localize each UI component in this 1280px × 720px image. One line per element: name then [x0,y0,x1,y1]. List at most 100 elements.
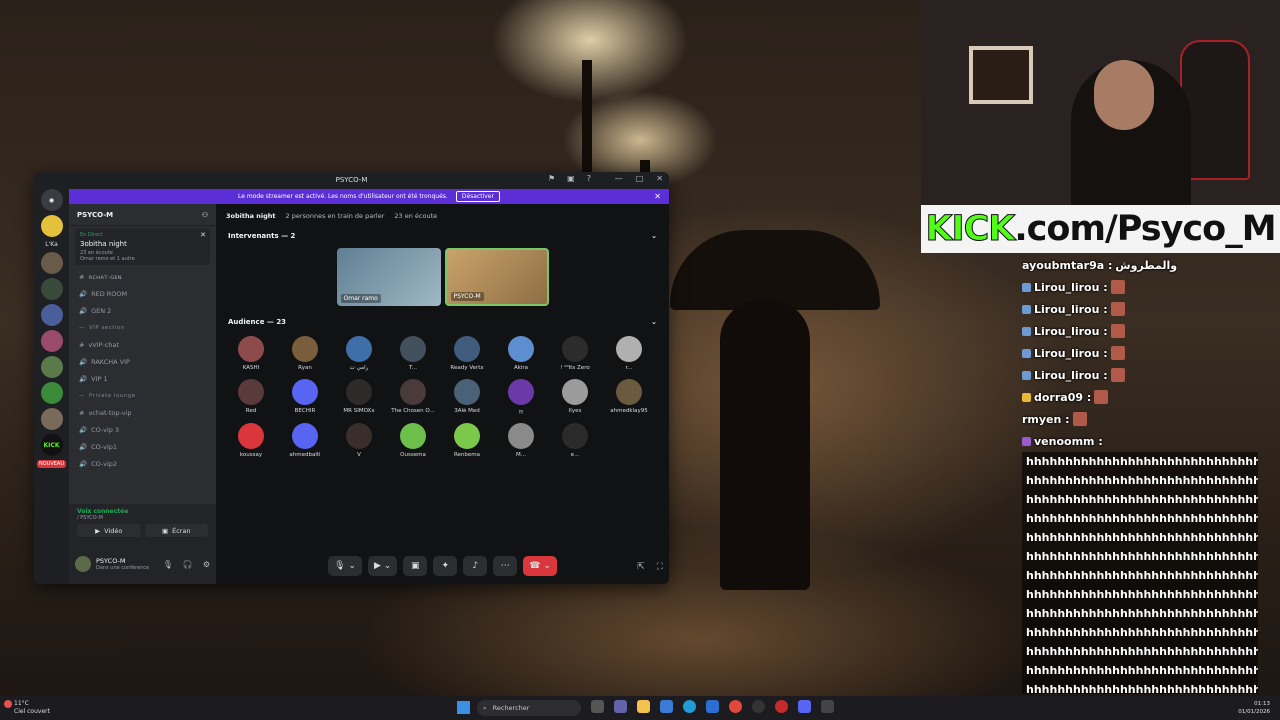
task-view-icon[interactable] [591,700,604,713]
audience-member[interactable]: Ilyes [548,379,602,415]
microphone-icon[interactable]: 🎙 [163,560,173,569]
audience-member[interactable]: MR SIMOXx [332,379,386,415]
video-button[interactable]: ▶ Vidéo [77,524,141,537]
app-icon[interactable] [775,700,788,713]
channel-item[interactable]: # ʀᴄʜᴀᴛ-ɢᴇɴ [69,268,216,285]
server-icon[interactable] [40,215,63,237]
server-icon[interactable] [40,382,63,404]
audience-member[interactable]: T... [386,336,440,371]
share-screen-button[interactable]: ▣ [403,556,428,576]
audience-name: Ilyes [568,408,582,414]
server-icon[interactable] [40,252,63,274]
audience-member[interactable]: ahmedklay95 [602,379,656,415]
audience-member[interactable]: BECHIR [278,379,332,415]
more-button[interactable]: ⋯ [493,556,518,576]
maximize-icon[interactable]: □ [636,174,644,183]
close-live-icon[interactable]: ✕ [200,231,206,239]
system-clock[interactable]: 01:13 01/01/2026 [1238,700,1270,716]
edge-icon[interactable] [683,700,696,713]
server-icon[interactable] [40,278,63,300]
channel-item[interactable]: 🔊 CO-vip2 [69,455,216,472]
activities-button[interactable]: ✦ [433,556,458,576]
chevron-down-icon[interactable]: ⌄ [651,318,657,326]
server-icon[interactable] [40,356,63,378]
audience-member[interactable]: رامي ت [332,336,386,371]
minimize-icon[interactable]: — [615,174,623,183]
channel-category[interactable]: — VIP section [69,319,216,336]
channel-item[interactable]: 🔊 VIP 1 [69,370,216,387]
speaker-tile[interactable]: Omar ramo [336,248,441,306]
channel-item[interactable]: 🔊 CO-vip 3 [69,421,216,438]
search-box[interactable]: ⌕ Rechercher [477,700,581,716]
discord-taskbar-icon[interactable] [798,700,811,713]
fullscreen-icon[interactable]: ⛶ [657,562,663,572]
channel-item[interactable]: 🔊 RAKCHA VIP [69,353,216,370]
chrome-icon[interactable] [729,700,742,713]
mute-button[interactable]: 🎙 ⌄ [328,556,362,576]
server-header[interactable]: PSYCO-M ⚇ [69,204,216,226]
server-icon[interactable] [40,408,63,430]
channel-label: VIP section [89,324,125,331]
audience-member[interactable]: The Chosen O... [386,379,440,415]
audience-member[interactable]: e... [548,423,602,458]
audience-member[interactable]: Ready Vertx [440,336,494,371]
channel-item[interactable]: # ᴠchat-top-vip [69,404,216,421]
audience-member[interactable]: Ryan [278,336,332,371]
speaker-tile[interactable]: PSYCO-M [444,248,549,306]
audience-member[interactable]: ahmedbalti [278,423,332,458]
windows-start-icon[interactable] [457,701,470,714]
close-icon[interactable]: ✕ [656,174,663,183]
mail-icon[interactable] [706,700,719,713]
channel-category[interactable]: — Private lounge [69,387,216,404]
chevron-icon: — [79,392,85,399]
inbox-icon[interactable]: ⚑ [548,174,555,183]
teams-icon[interactable] [614,700,627,713]
discord-home-icon[interactable]: ◉ [40,189,63,211]
audience-member[interactable]: Renbema [440,423,494,458]
speakers-section-header[interactable]: Intervenants — 2 ⌄ [216,228,669,244]
audience-member[interactable]: 3Alé Med [440,379,494,415]
audience-member[interactable]: Oussema [386,423,440,458]
audience-member[interactable]: V [332,423,386,458]
channel-item[interactable]: 🔊 RED ROOM [69,285,216,302]
file-explorer-icon[interactable] [637,700,650,713]
audience-member[interactable]: r... [602,336,656,371]
audience-member[interactable]: ! ⁰⁰Its Zero [548,336,602,371]
server-label-lka[interactable]: L'Ka [45,241,58,248]
soundboard-button[interactable]: ♪ [463,556,488,576]
add-member-icon[interactable]: ⚇ [202,211,208,219]
app-icon[interactable] [821,700,834,713]
obs-icon[interactable] [752,700,765,713]
kick-server-icon[interactable]: KICK [40,434,63,456]
close-banner-icon[interactable]: ✕ [654,192,661,201]
audience-member[interactable]: Akira [494,336,548,371]
disconnect-button[interactable]: ☎ ⌄ [523,556,557,576]
headphones-icon[interactable]: 🎧 [183,560,193,569]
server-icon[interactable] [40,304,63,326]
disable-streamer-button[interactable]: Désactiver [455,191,500,202]
weather-widget[interactable]: 11°C Ciel couvert [4,700,50,716]
popout-icon[interactable]: ⇱ [637,562,645,572]
server-icon[interactable] [40,330,63,352]
photos-icon[interactable] [660,700,673,713]
audience-member[interactable]: koussay [224,423,278,458]
avatar[interactable] [75,556,91,572]
channel-item[interactable]: # ᴠVIP-chat [69,336,216,353]
chevron-down-icon[interactable]: ⌄ [651,232,657,240]
audience-member[interactable]: KASHI [224,336,278,371]
channel-item[interactable]: 🔊 GEN 2 [69,302,216,319]
screen-share-icon: ▣ [161,526,169,535]
screen-icon[interactable]: ▣ [567,174,575,183]
audience-section-header[interactable]: Audience — 23 ⌄ [216,314,669,330]
audience-member[interactable]: M... [494,423,548,458]
channel-item[interactable]: 🔊 CO-vip1 [69,438,216,455]
screen-share-button[interactable]: ▣ Écran [144,524,208,537]
taskbar-apps [591,700,834,713]
gear-icon[interactable]: ⚙ [203,560,210,569]
avatar [346,379,372,405]
camera-button[interactable]: ▶ ⌄ [367,556,398,576]
live-event-card[interactable]: En Direct 3obitha night 23 en écoute Oma… [75,229,210,265]
audience-member[interactable]: Red [224,379,278,415]
audience-member[interactable]: ஜ [494,379,548,415]
help-icon[interactable]: ? [587,174,591,183]
